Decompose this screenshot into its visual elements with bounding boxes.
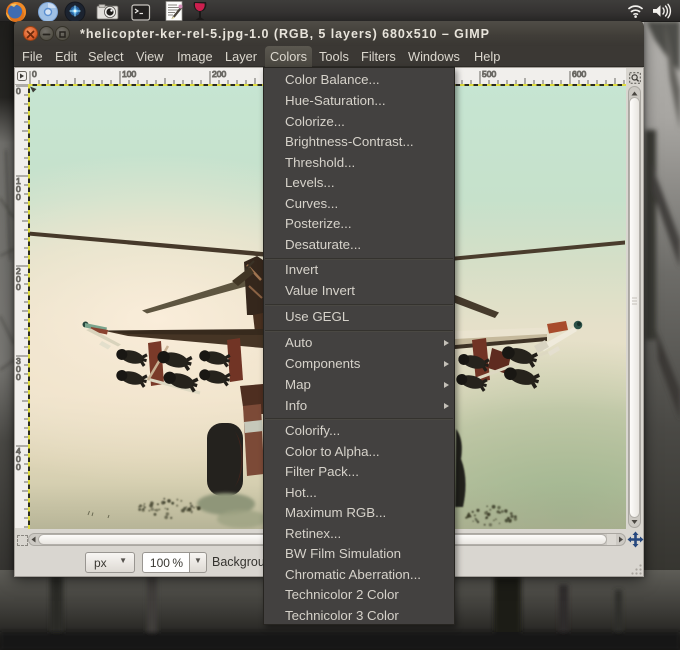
svg-text:200: 200 <box>212 69 226 79</box>
svg-text:0: 0 <box>32 69 37 79</box>
svg-text:600: 600 <box>572 69 586 79</box>
svg-text:0: 0 <box>16 372 21 382</box>
svg-text:0: 0 <box>16 86 21 96</box>
svg-text:0: 0 <box>16 192 21 202</box>
svg-text:100: 100 <box>122 69 136 79</box>
svg-text:0: 0 <box>16 282 21 292</box>
svg-text:500: 500 <box>482 69 496 79</box>
svg-text:0: 0 <box>16 462 21 472</box>
